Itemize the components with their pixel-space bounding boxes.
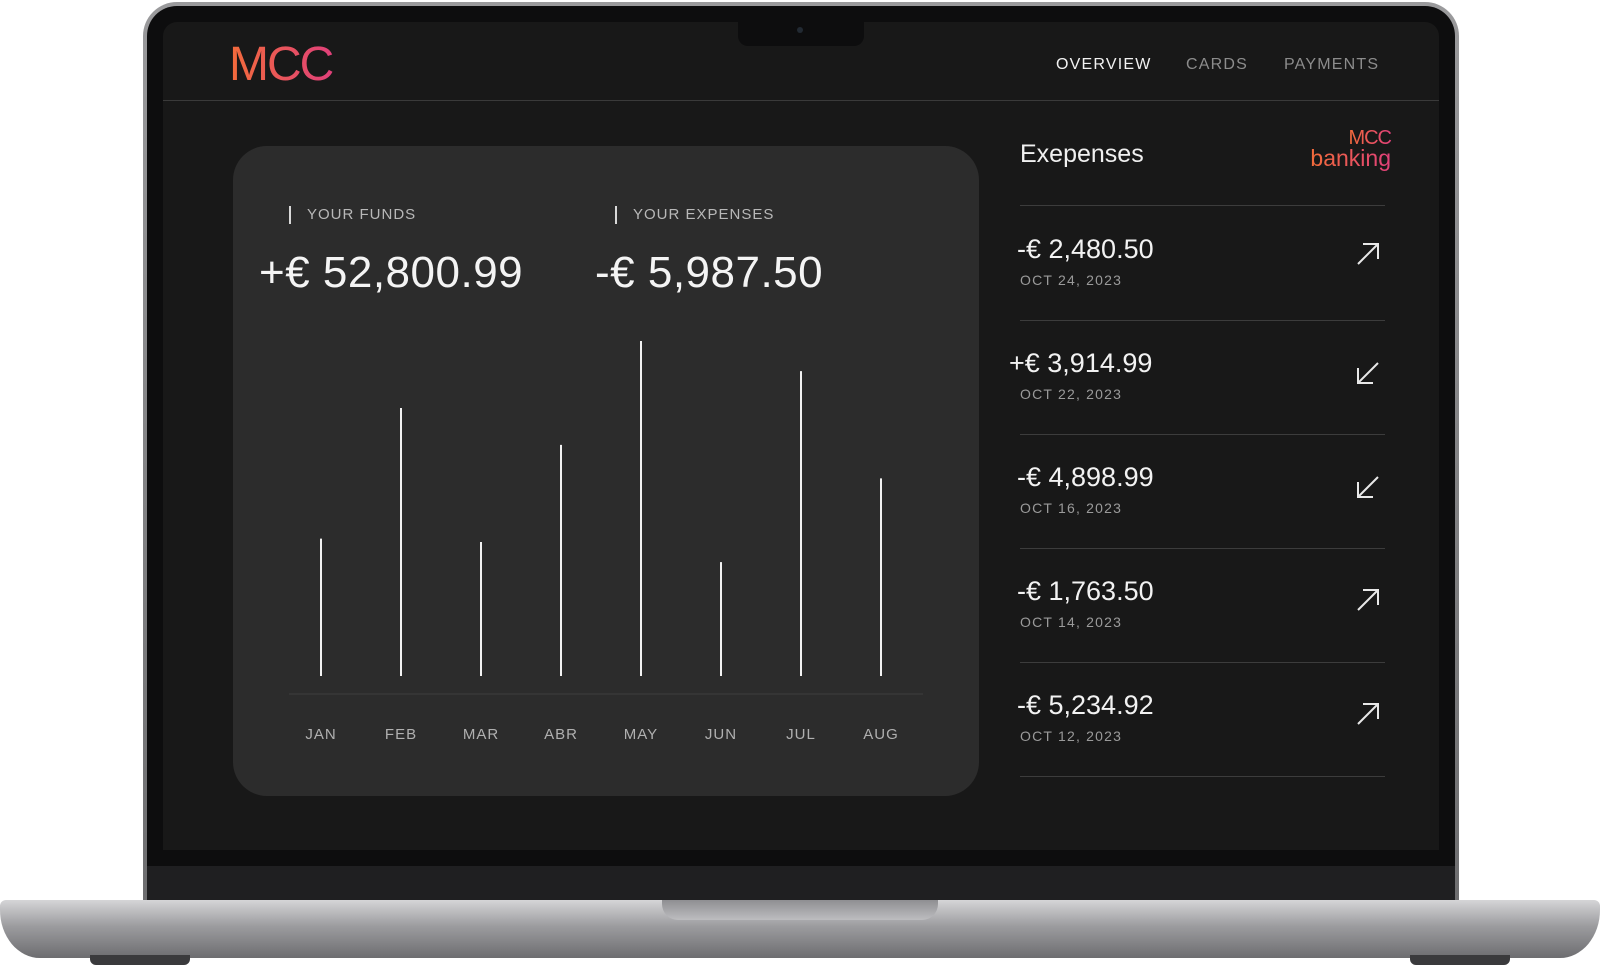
expense-divider xyxy=(1020,320,1385,321)
expense-date: OCT 22, 2023 xyxy=(1020,386,1123,402)
expense-divider xyxy=(1020,776,1385,777)
expense-date: OCT 14, 2023 xyxy=(1020,614,1123,630)
mcc-banking-logo: MCC banking xyxy=(1310,127,1392,171)
expense-amount: -€ 4,898.99 xyxy=(1017,462,1154,492)
expense-divider xyxy=(1020,662,1385,663)
camera-notch xyxy=(738,22,864,46)
app-screen: MCC OVERVIEW CARDS PAYMENTS YOUR FUNDS +… xyxy=(163,22,1439,850)
laptop-foot-right xyxy=(1410,955,1510,965)
arrow-down-left-icon[interactable] xyxy=(1353,358,1383,388)
expense-date: OCT 16, 2023 xyxy=(1020,500,1123,516)
arrow-up-right-icon[interactable] xyxy=(1353,239,1383,269)
expenses-title: Exepenses xyxy=(1020,140,1144,168)
expense-date: OCT 24, 2023 xyxy=(1020,272,1123,288)
header-divider xyxy=(163,100,1439,101)
chart-tick-label: AUG xyxy=(863,726,899,743)
laptop-chin xyxy=(147,866,1455,902)
chart-tick-label: FEB xyxy=(385,726,417,743)
expense-amount: -€ 1,763.50 xyxy=(1017,576,1154,606)
laptop-foot-left xyxy=(90,955,190,965)
expense-amount: -€ 5,234.92 xyxy=(1017,690,1154,720)
expense-divider xyxy=(1020,205,1385,206)
monthly-bar-chart: JAN FEB MAR ABR MAY JUN JUL AUG xyxy=(289,341,923,743)
expense-amount: +€ 3,914.99 xyxy=(1009,348,1153,378)
arrow-up-right-icon[interactable] xyxy=(1353,585,1383,615)
arrow-down-left-icon[interactable] xyxy=(1353,472,1383,502)
nav-cards[interactable]: CARDS xyxy=(1186,56,1248,74)
arrow-up-right-icon[interactable] xyxy=(1353,699,1383,729)
chart-tick-label: ABR xyxy=(544,726,578,743)
chart-tick-label: JAN xyxy=(305,726,336,743)
nav-payments[interactable]: PAYMENTS xyxy=(1284,56,1379,74)
expense-amount: -€ 2,480.50 xyxy=(1017,234,1154,264)
camera-icon xyxy=(797,27,803,33)
nav-overview[interactable]: OVERVIEW xyxy=(1056,56,1152,74)
overview-card: YOUR FUNDS +€ 52,800.99 YOUR EXPENSES -€… xyxy=(233,146,979,796)
logo-text: MCC xyxy=(229,38,333,86)
chart-tick-label: JUN xyxy=(705,726,737,743)
expense-divider xyxy=(1020,434,1385,435)
chart-tick-label: JUL xyxy=(786,726,816,743)
expense-date: OCT 12, 2023 xyxy=(1020,728,1123,744)
expense-divider xyxy=(1020,548,1385,549)
laptop-base-notch xyxy=(662,900,938,920)
chart-tick-label: MAY xyxy=(624,726,658,743)
mcc-logo[interactable]: MCC xyxy=(229,38,349,86)
banking-logo-bottom: banking xyxy=(1310,145,1391,171)
chart-tick-label: MAR xyxy=(463,726,499,743)
